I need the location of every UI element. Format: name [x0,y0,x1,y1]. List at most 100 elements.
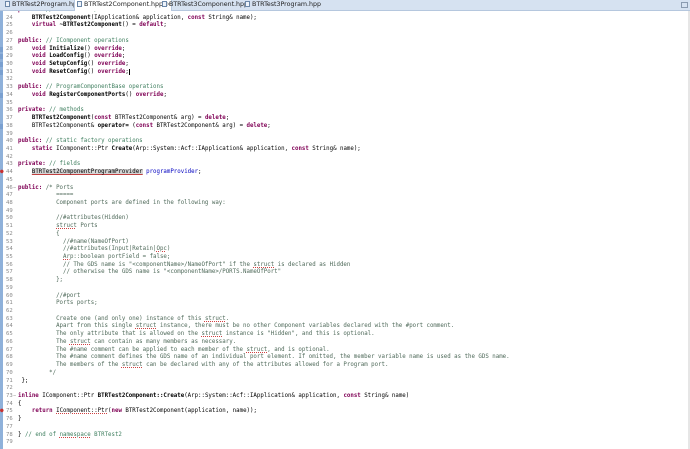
line-number: 64 [6,323,13,330]
keyword-token: const [291,145,309,152]
tab-btrtest2program[interactable]: BTRTest2Program.hpp [3,0,81,10]
code-token: BTRTest2Component::Create [97,392,185,399]
code-token: String& name) [360,392,410,399]
keyword-token: delete [204,115,226,122]
keyword-token: return [31,408,53,415]
comment-token: }; [18,277,64,284]
line-number: 52 [6,230,13,237]
change-marker[interactable] [0,123,3,129]
code-text: { [18,231,59,239]
line-number: 74 [6,400,13,407]
code-token: Create [111,145,133,152]
tab-btrtest3program[interactable]: BTRTest3Program.hpp [243,0,321,10]
code-text: Arp::boolean portField = false; [18,254,170,262]
code-text: The only attribute that is allowed on th… [18,331,375,339]
code-text: private: // methods [18,107,84,115]
code-token: ~BTRTest2Component [59,22,122,29]
keyword-token: override [94,53,122,60]
comment-token: The [18,338,70,345]
change-marker[interactable] [0,46,3,52]
editor-tab-bar: BTRTest2Program.hpp BTRTest2Component.hp… [0,0,690,11]
comment-token: instance is "Hidden", and this is option… [222,331,375,338]
code-token: }; [18,377,29,384]
keyword-token: void [31,68,46,75]
change-marker[interactable] [0,54,3,60]
header-file-icon [245,1,250,7]
comment-token: struct [201,331,223,338]
line-number: 27 [6,37,13,44]
warning-marker-icon[interactable]: ● [0,408,4,414]
code-token: ( [128,122,136,129]
line-number: 36 [6,107,13,114]
line-number: 76 [6,416,13,423]
keyword-token: public: [18,37,43,44]
code-editor[interactable]: 23public: // Constructor/destructor24 BT… [0,11,690,449]
code-text: void ResetConfig() override; [18,68,130,77]
comment-token: // end of [24,431,60,438]
comment-token: // Constructor/destructor [46,11,133,13]
comment-token: Opc [156,246,167,253]
fold-toggle-icon[interactable]: − [13,393,16,401]
tab-btrtest3component[interactable]: BTRTest3Component.hpp [160,0,248,10]
code-token: BTRTest2Component& arg) = [153,122,247,129]
line-number: 70 [6,369,13,376]
code-text: BTRTest2Component(const BTRTest2Componen… [18,115,229,123]
code-token: LoadConfig [49,53,84,60]
comment-token [18,254,63,260]
code-token: (IApplication& application, [90,14,188,21]
code-token: IComponent::Ptr [56,408,109,415]
warning-marker-icon[interactable]: ● [0,169,4,175]
code-token: () = [121,22,140,29]
code-text: }; [18,378,28,386]
overview-ruler [0,11,3,449]
change-marker[interactable] [0,62,3,68]
line-number: 54 [6,246,13,253]
line-number: 44 [6,169,13,176]
comment-token: The #name comment can be applied to each… [18,346,247,353]
change-marker[interactable] [0,69,3,75]
keyword-token: delete [246,122,268,129]
comment-token: Apart from this single [18,323,136,330]
comment-token [18,223,56,229]
fold-toggle-icon[interactable]: − [13,185,16,193]
comment-token: is declared as Hidden [274,261,351,268]
line-number: 56 [6,261,13,268]
keyword-token: void [31,61,46,68]
keyword-token: override [97,61,126,68]
code-text: // The GDS name is "<componentName>/Name… [18,262,350,270]
line-number: 51 [6,223,13,230]
keyword-token: static [31,145,53,152]
line-number: 60 [6,292,13,299]
comment-token: can contain as many members as necessary… [90,338,237,345]
keyword-token: const [187,14,205,21]
code-token: SetupConfig [49,61,88,68]
line-number: 73 [6,392,13,399]
tab-btrtest2component[interactable]: BTRTest2Component.hpp × [74,0,173,11]
code-text: The #name comment can be applied to each… [18,347,330,355]
code-text: BTRTest2Component(IApplication& applicat… [18,15,257,23]
keyword-token: new [111,408,122,415]
comment-token: // static factory operations [45,138,143,145]
maximize-icon[interactable] [681,2,688,8]
code-text: public: // static factory operations [18,138,143,146]
change-marker[interactable] [0,92,3,98]
code-token: ; [225,115,230,122]
comment-token: , and is optional. [267,346,330,353]
comment-token: struct [135,323,157,330]
comment-token: //#attributes(Input|Retain| [18,246,157,253]
line-number: 48 [6,199,13,206]
code-text: //#attributes(Hidden) [18,215,129,223]
code-text: public: /* Ports [18,185,73,193]
code-token: ResetConfig [49,68,88,75]
code-text: */ [18,370,56,378]
tab-label: BTRTest2Program.hpp [12,1,82,8]
keyword-token: public: [18,11,42,13]
line-number: 59 [6,284,13,291]
code-token: IComponent::Ptr [38,392,98,399]
